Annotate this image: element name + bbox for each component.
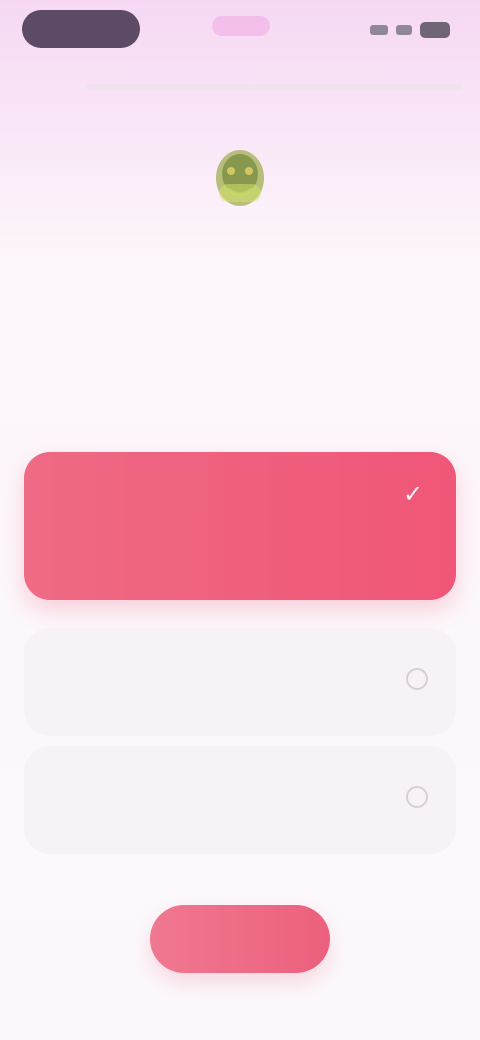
progress-track xyxy=(86,84,462,90)
option-2[interactable] xyxy=(24,628,456,736)
status-center-indicator xyxy=(212,16,270,36)
check-icon: ✓ xyxy=(402,481,424,508)
radio-button-icon xyxy=(406,786,428,808)
hero-illustration-icon xyxy=(201,132,279,216)
status-pill xyxy=(22,10,140,48)
radio-button-icon xyxy=(406,668,428,690)
signal-icon xyxy=(370,25,388,35)
option-3[interactable] xyxy=(24,746,456,854)
battery-icon xyxy=(420,22,450,38)
status-bar xyxy=(0,0,480,64)
wifi-icon xyxy=(396,25,412,35)
status-icons xyxy=(370,22,450,38)
continue-button[interactable] xyxy=(150,905,330,973)
option-1[interactable]: ✓ xyxy=(24,452,456,600)
